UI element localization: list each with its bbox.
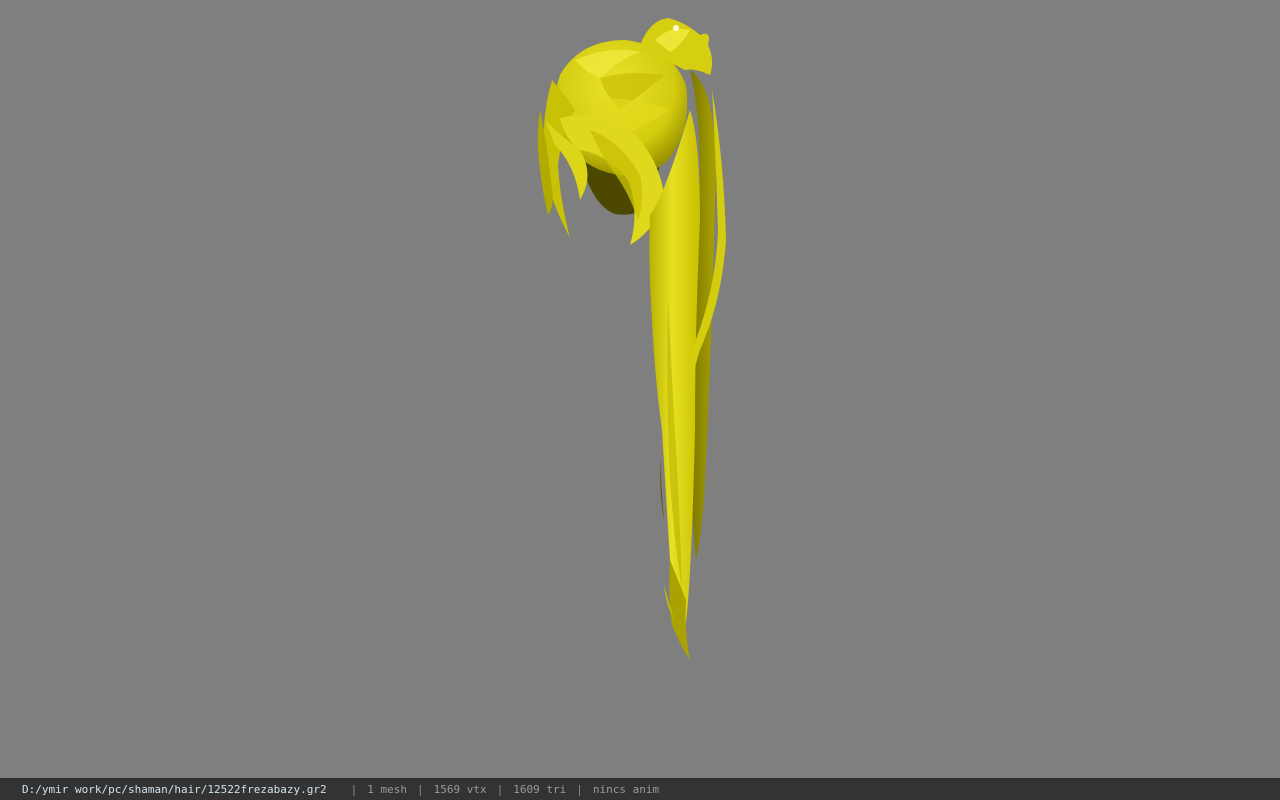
vertex-count: 1569 vtx xyxy=(433,783,487,796)
animation-status: nincs anim xyxy=(592,783,660,796)
triangle-count: 1609 tri xyxy=(513,783,567,796)
separator: | xyxy=(576,783,583,796)
status-bar: D:/ymir work/pc/shaman/hair/12522frezaba… xyxy=(0,778,1280,800)
file-path: D:/ymir work/pc/shaman/hair/12522frezaba… xyxy=(22,783,327,796)
separator: | xyxy=(417,783,424,796)
mesh-count: 1 mesh xyxy=(367,783,408,796)
separator: | xyxy=(350,783,358,796)
hair-model-render xyxy=(537,18,726,660)
3d-viewport[interactable] xyxy=(0,0,1280,778)
separator: | xyxy=(496,783,504,796)
